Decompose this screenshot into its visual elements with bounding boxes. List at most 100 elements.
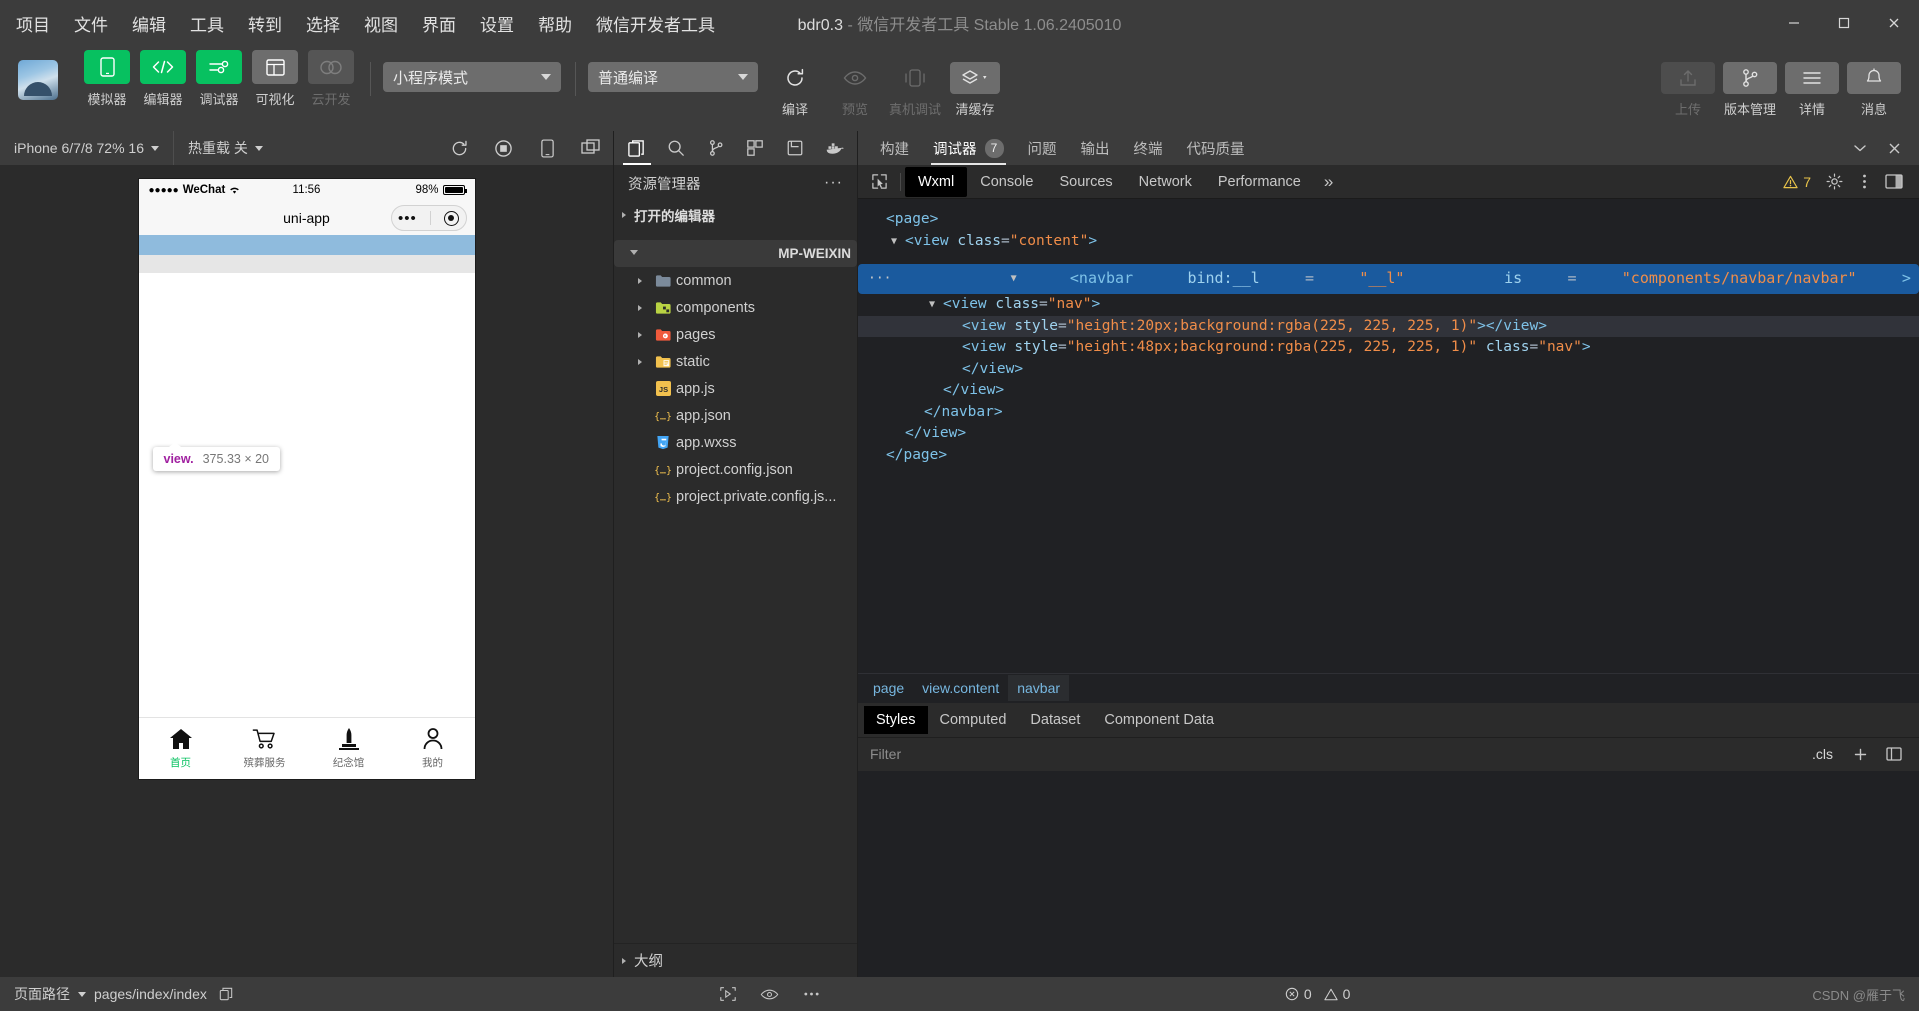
compile-select[interactable]: 普通编译 — [588, 62, 758, 92]
tab-output[interactable]: 输出 — [1069, 131, 1122, 165]
wechat-capsule[interactable]: ••• — [390, 205, 467, 231]
wxml-line[interactable]: </page> — [858, 445, 1919, 467]
preview-button[interactable]: 预览 — [826, 50, 884, 118]
mode-select[interactable]: 小程序模式 — [383, 62, 561, 92]
section-open-editors[interactable]: 打开的编辑器 — [614, 201, 857, 228]
wxml-tree[interactable]: <page> ▼ <view class = "content" > ··· ▼ <navbar… — [858, 199, 1919, 673]
simulator-stop-button[interactable] — [481, 131, 525, 165]
menu-tools[interactable]: 工具 — [188, 8, 226, 39]
wxml-line[interactable]: ▼ <view class = "content" > — [858, 231, 1919, 253]
wxml-line[interactable]: </view> — [858, 423, 1919, 445]
menu-devtools[interactable]: 微信开发者工具 — [594, 8, 717, 39]
tab-home[interactable]: 首页 — [139, 718, 223, 779]
tab-dataset[interactable]: Dataset — [1018, 706, 1092, 734]
menu-edit[interactable]: 编辑 — [130, 8, 168, 39]
tab-profile[interactable]: 我的 — [391, 718, 475, 779]
file-row-project-private-config[interactable]: {…} project.private.config.js... — [614, 483, 857, 510]
details-button[interactable]: 详情 — [1783, 50, 1841, 118]
panel-icon[interactable] — [1881, 741, 1907, 767]
wxml-line[interactable]: <view style = "height:20px;background:rgba… — [858, 315, 1919, 337]
tab-network[interactable]: Network — [1126, 167, 1205, 197]
gear-icon[interactable] — [1819, 167, 1849, 197]
save-icon[interactable] — [776, 131, 814, 165]
target-icon[interactable] — [443, 210, 459, 226]
messages-button[interactable]: 消息 — [1845, 50, 1903, 118]
version-control-button[interactable]: 版本管理 — [1721, 50, 1779, 118]
files-icon[interactable] — [618, 131, 656, 165]
selector-icon[interactable] — [717, 983, 739, 1005]
eye-icon[interactable] — [759, 983, 781, 1005]
file-row-app-js[interactable]: JS app.js — [614, 375, 857, 402]
tab-computed[interactable]: Computed — [928, 706, 1019, 734]
tab-problems[interactable]: 问题 — [1016, 131, 1069, 165]
tab-styles[interactable]: Styles — [864, 705, 928, 734]
status-diagnostics[interactable]: 0 0 — [1275, 986, 1361, 1002]
file-row-common[interactable]: common — [614, 267, 857, 294]
tab-console[interactable]: Console — [967, 167, 1046, 197]
simulator-button[interactable]: 模拟器 — [82, 50, 132, 108]
tab-wxml[interactable]: Wxml — [905, 166, 968, 197]
clear-cache-button[interactable]: 清缓存 — [946, 50, 1004, 118]
file-row-pages[interactable]: pages — [614, 321, 857, 348]
extensions-icon[interactable] — [737, 131, 775, 165]
cls-button[interactable]: .cls — [1806, 746, 1839, 762]
cloud-dev-button[interactable]: 云开发 — [306, 50, 356, 108]
wxml-line[interactable]: ▼ <view class = "nav" > — [858, 294, 1919, 316]
chevron-down-icon[interactable] — [1843, 131, 1877, 165]
editor-button[interactable]: 编辑器 — [138, 50, 188, 108]
close-icon[interactable] — [1877, 131, 1911, 165]
multi-window-button[interactable] — [569, 131, 613, 165]
file-row-app-json[interactable]: {…} app.json — [614, 402, 857, 429]
more-icon[interactable] — [801, 983, 823, 1005]
chevron-down-icon[interactable] — [78, 991, 86, 997]
search-icon[interactable] — [658, 131, 696, 165]
breadcrumb-navbar[interactable]: navbar — [1008, 675, 1070, 701]
tab-code-quality[interactable]: 代码质量 — [1175, 131, 1257, 165]
explorer-more-button[interactable]: ··· — [824, 174, 843, 192]
menu-select[interactable]: 选择 — [304, 8, 342, 39]
menu-file[interactable]: 文件 — [72, 8, 110, 39]
error-indicator[interactable]: 0 — [1285, 986, 1312, 1002]
visualization-button[interactable]: 可视化 — [250, 50, 300, 108]
more-tabs-button[interactable]: » — [1314, 172, 1343, 192]
tab-performance[interactable]: Performance — [1205, 167, 1314, 197]
hot-reload-select[interactable]: 热重载 关 — [174, 131, 277, 165]
debugger-button[interactable]: 调试器 — [194, 50, 244, 108]
dock-icon[interactable] — [1879, 167, 1909, 197]
selected-view-highlight[interactable] — [138, 235, 475, 255]
rotate-device-button[interactable] — [525, 131, 569, 165]
tab-memorial-hall[interactable]: 纪念馆 — [307, 718, 391, 779]
close-button[interactable] — [1869, 0, 1919, 46]
menu-interface[interactable]: 界面 — [420, 8, 458, 39]
menu-project[interactable]: 项目 — [14, 8, 52, 39]
breadcrumb-view-content[interactable]: view.content — [913, 675, 1008, 701]
menu-view[interactable]: 视图 — [362, 8, 400, 39]
plus-icon[interactable] — [1847, 741, 1873, 767]
warning-indicator[interactable]: 0 — [1323, 986, 1350, 1002]
minimize-button[interactable] — [1769, 0, 1819, 46]
file-row-static[interactable]: static — [614, 348, 857, 375]
phone-preview[interactable]: ●●●●● WeChat 11:56 98% uni-app ••• view.… — [138, 179, 475, 779]
wxml-line[interactable]: </view> — [858, 380, 1919, 402]
breadcrumb-page[interactable]: page — [864, 675, 913, 701]
menu-settings[interactable]: 设置 — [478, 8, 516, 39]
real-device-debug-button[interactable]: 真机调试 — [886, 50, 944, 118]
maximize-button[interactable] — [1819, 0, 1869, 46]
menu-goto[interactable]: 转到 — [246, 8, 284, 39]
wxml-line[interactable]: <page> — [858, 209, 1919, 231]
upload-button[interactable]: 上传 — [1659, 50, 1717, 118]
docker-icon[interactable] — [816, 131, 854, 165]
section-mp-weixin[interactable]: MP-WEIXIN — [614, 240, 857, 267]
simulator-refresh-button[interactable] — [437, 131, 481, 165]
copy-icon[interactable] — [215, 983, 237, 1005]
wxml-line[interactable]: </navbar> — [858, 402, 1919, 424]
filter-input[interactable] — [870, 746, 1798, 762]
tab-sources[interactable]: Sources — [1046, 167, 1125, 197]
menu-help[interactable]: 帮助 — [536, 8, 574, 39]
compile-button[interactable]: 编译 — [766, 50, 824, 118]
inspect-element-icon[interactable] — [862, 167, 896, 197]
wxml-ellipsis-icon[interactable]: ··· — [868, 268, 891, 290]
git-branch-icon[interactable] — [697, 131, 735, 165]
wxml-twisty-icon[interactable]: ▼ — [1011, 268, 1025, 290]
wxml-twisty-icon[interactable]: ▼ — [929, 294, 943, 316]
